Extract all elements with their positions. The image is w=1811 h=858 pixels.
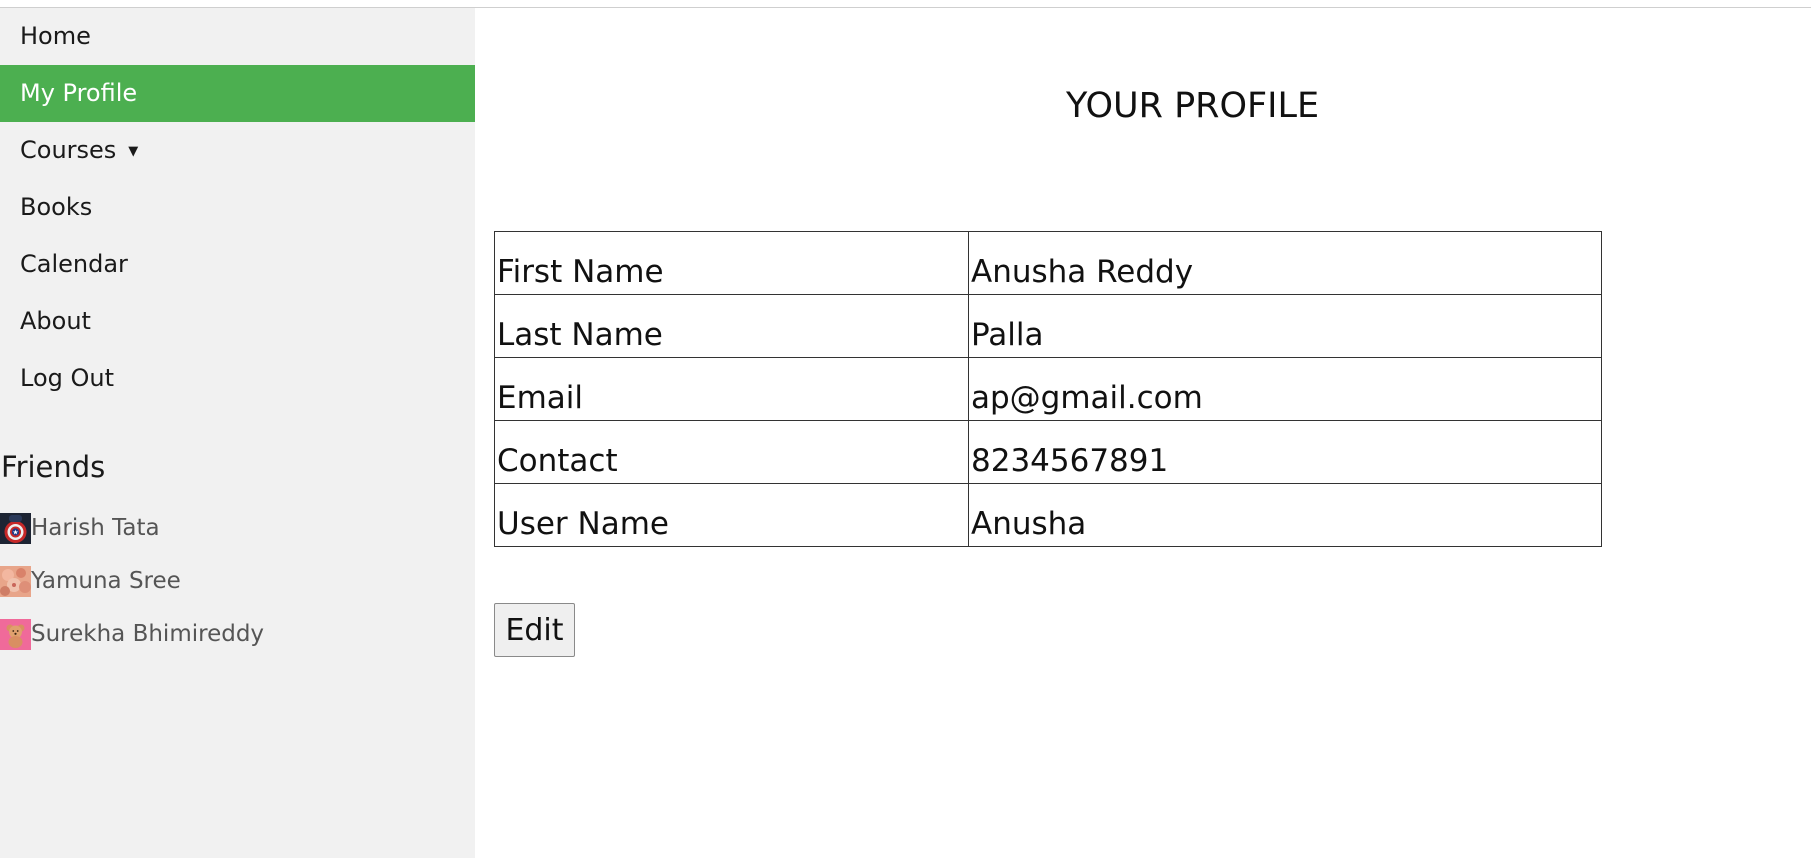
table-row: First Name Anusha Reddy xyxy=(494,231,1602,295)
table-row: Contact 8234567891 xyxy=(494,420,1602,484)
sidebar: Home My Profile Courses ▼ Books Calendar … xyxy=(0,8,475,858)
friend-item-harish-tata[interactable]: Harish Tata xyxy=(0,513,264,566)
friend-name: Surekha Bhimireddy xyxy=(31,621,265,647)
friends-list: Harish Tata Yamuna Sree Surekha Bhimired… xyxy=(0,513,264,672)
captain-america-shield-avatar-icon xyxy=(0,513,31,544)
profile-label: User Name xyxy=(494,483,969,547)
nav-item-home[interactable]: Home xyxy=(0,8,475,65)
profile-table: First Name Anusha Reddy Last Name Palla … xyxy=(494,231,1602,547)
friends-heading: Friends xyxy=(1,450,106,484)
nav-item-log-out[interactable]: Log Out xyxy=(0,350,475,407)
nav-item-courses[interactable]: Courses ▼ xyxy=(0,122,475,179)
teddy-bear-avatar-icon xyxy=(0,619,31,650)
sidebar-nav: Home My Profile Courses ▼ Books Calendar … xyxy=(0,8,475,407)
nav-item-my-profile[interactable]: My Profile xyxy=(0,65,475,122)
table-row: User Name Anusha xyxy=(494,483,1602,547)
profile-value: ap@gmail.com xyxy=(968,357,1602,421)
nav-item-calendar[interactable]: Calendar xyxy=(0,236,475,293)
nav-item-about[interactable]: About xyxy=(0,293,475,350)
friend-name: Harish Tata xyxy=(31,515,160,541)
nav-item-courses-label: Courses xyxy=(20,136,117,164)
caret-down-icon: ▼ xyxy=(128,144,139,159)
profile-label: Email xyxy=(494,357,969,421)
page-title: YOUR PROFILE xyxy=(1066,86,1320,126)
profile-value: Anusha xyxy=(968,483,1602,547)
friend-name: Yamuna Sree xyxy=(31,568,181,594)
profile-value: 8234567891 xyxy=(968,420,1602,484)
table-row: Last Name Palla xyxy=(494,294,1602,358)
friend-item-surekha-bhimireddy[interactable]: Surekha Bhimireddy xyxy=(0,619,264,672)
friend-item-yamuna-sree[interactable]: Yamuna Sree xyxy=(0,566,264,619)
table-row: Email ap@gmail.com xyxy=(494,357,1602,421)
profile-label: Contact xyxy=(494,420,969,484)
profile-value: Palla xyxy=(968,294,1602,358)
profile-value: Anusha Reddy xyxy=(968,231,1602,295)
flowers-avatar-icon xyxy=(0,566,31,597)
edit-button[interactable]: Edit xyxy=(494,603,575,657)
nav-item-books[interactable]: Books xyxy=(0,179,475,236)
profile-label: Last Name xyxy=(494,294,969,358)
profile-label: First Name xyxy=(494,231,969,295)
